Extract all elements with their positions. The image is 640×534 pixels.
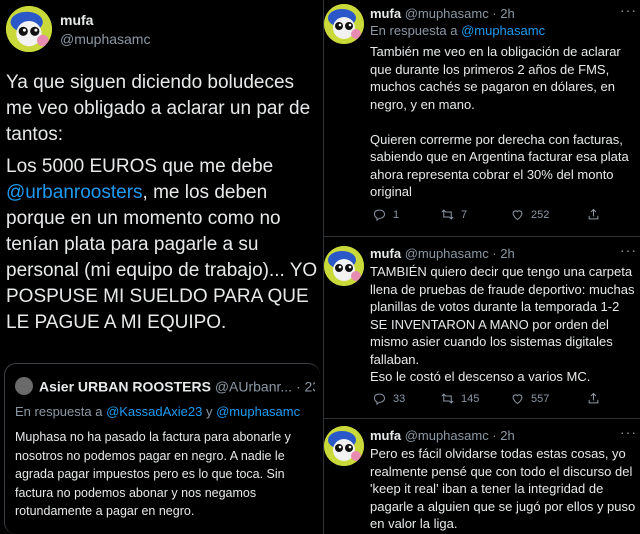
quoted-tweet-text: Muphasa no ha pasado la factura para abo…	[15, 430, 291, 518]
share-icon	[588, 208, 599, 220]
author-handle-time: @muphasamc · 2h	[404, 428, 515, 443]
divider	[324, 236, 640, 237]
like-button[interactable]: 252	[510, 207, 549, 222]
tweet-text-segment: , me los deben porque en un momento como…	[6, 182, 318, 333]
reply-button[interactable]: 1	[372, 207, 399, 222]
more-options-button[interactable]: ···	[620, 2, 637, 18]
tweet-header: mufa @muphasamc · 2h	[370, 428, 515, 443]
author-name[interactable]: mufa	[60, 12, 93, 28]
retweet-count: 145	[461, 392, 480, 405]
reply-prefix: En respuesta a	[15, 404, 107, 419]
author-avatar[interactable]	[324, 426, 364, 466]
author-handle[interactable]: @muphasamc	[60, 31, 150, 47]
author-avatar[interactable]	[6, 6, 52, 52]
tweet-text: Pero es fácil olvidarse todas estas cosa…	[370, 446, 636, 531]
reply-count: 1	[393, 208, 400, 221]
author-avatar[interactable]	[324, 4, 364, 44]
more-options-button[interactable]: ···	[620, 424, 637, 440]
share-button[interactable]	[586, 207, 601, 222]
reply-thread: mufa @muphasamc · 2h ··· En respuesta a …	[323, 0, 640, 534]
author-name[interactable]: mufa	[370, 246, 401, 261]
mention-link[interactable]: @muphasamc	[216, 404, 300, 419]
retweet-button[interactable]: 7	[440, 207, 467, 222]
reply-prefix: En respuesta a	[370, 23, 462, 38]
tweet-actions: 33 145 557	[370, 391, 630, 407]
author-avatar[interactable]	[324, 246, 364, 286]
tweet-actions: 1 7 252	[370, 207, 630, 223]
reply-context: En respuesta a @muphasamc	[370, 23, 545, 38]
reply-icon	[373, 393, 386, 406]
author-handle-time: @muphasamc · 2h	[404, 246, 515, 261]
like-count: 252	[531, 208, 550, 221]
heart-icon	[512, 394, 523, 405]
tweet-paragraph-2: Los 5000 EUROS que me debe @urbanrooster…	[6, 154, 322, 336]
quoted-author-handle-time: @AUrbanr... · 23h	[214, 378, 315, 395]
like-count: 557	[531, 392, 550, 405]
like-button[interactable]: 557	[510, 391, 549, 406]
retweet-icon	[441, 209, 454, 220]
author-name[interactable]: mufa	[370, 6, 401, 21]
main-tweet: mufa @muphasamc Ya que siguen diciendo b…	[0, 0, 322, 534]
quoted-reply-context: En respuesta a @KassadAxie23 y @muphasam…	[15, 404, 300, 419]
share-icon	[588, 392, 599, 404]
tweet-header: mufa @muphasamc · 2h	[370, 6, 515, 21]
tweet-paragraph-1: Ya que siguen diciendo boludeces me veo …	[6, 72, 311, 145]
author-name[interactable]: mufa	[370, 428, 401, 443]
retweet-count: 7	[461, 208, 468, 221]
mention-link[interactable]: @KassadAxie23	[106, 404, 202, 419]
author-handle-time: @muphasamc · 2h	[404, 6, 515, 21]
retweet-icon	[441, 393, 454, 404]
tweet-text: También me veo en la obligación de aclar…	[370, 44, 629, 199]
more-options-button[interactable]: ···	[620, 242, 637, 258]
mention-link[interactable]: @muphasamc	[461, 23, 545, 38]
quoted-tweet-header: Asier URBAN ROOSTERS @AUrbanr... · 23h	[15, 377, 315, 396]
share-button[interactable]	[586, 391, 601, 406]
reply-button[interactable]: 33	[372, 391, 405, 406]
reply-count: 33	[393, 392, 406, 405]
retweet-button[interactable]: 145	[440, 391, 479, 406]
divider	[324, 418, 640, 419]
tweet-text-segment: Los 5000 EUROS que me debe	[6, 156, 274, 177]
tweet-header: mufa @muphasamc · 2h	[370, 246, 515, 261]
quoted-author-name[interactable]: Asier URBAN ROOSTERS	[39, 378, 211, 394]
heart-icon	[512, 210, 523, 221]
reply-icon	[373, 209, 386, 222]
tweet-text: Ya que siguen diciendo boludeces me veo …	[6, 70, 322, 342]
reply-and: y	[202, 404, 217, 419]
quoted-author-avatar[interactable]	[15, 377, 33, 396]
quoted-tweet[interactable]: Asier URBAN ROOSTERS @AUrbanr... · 23h E…	[4, 363, 320, 534]
tweet-text: TAMBIÉN quiero decir que tengo una carpe…	[370, 264, 635, 384]
mention-link[interactable]: @urbanroosters	[6, 182, 143, 203]
